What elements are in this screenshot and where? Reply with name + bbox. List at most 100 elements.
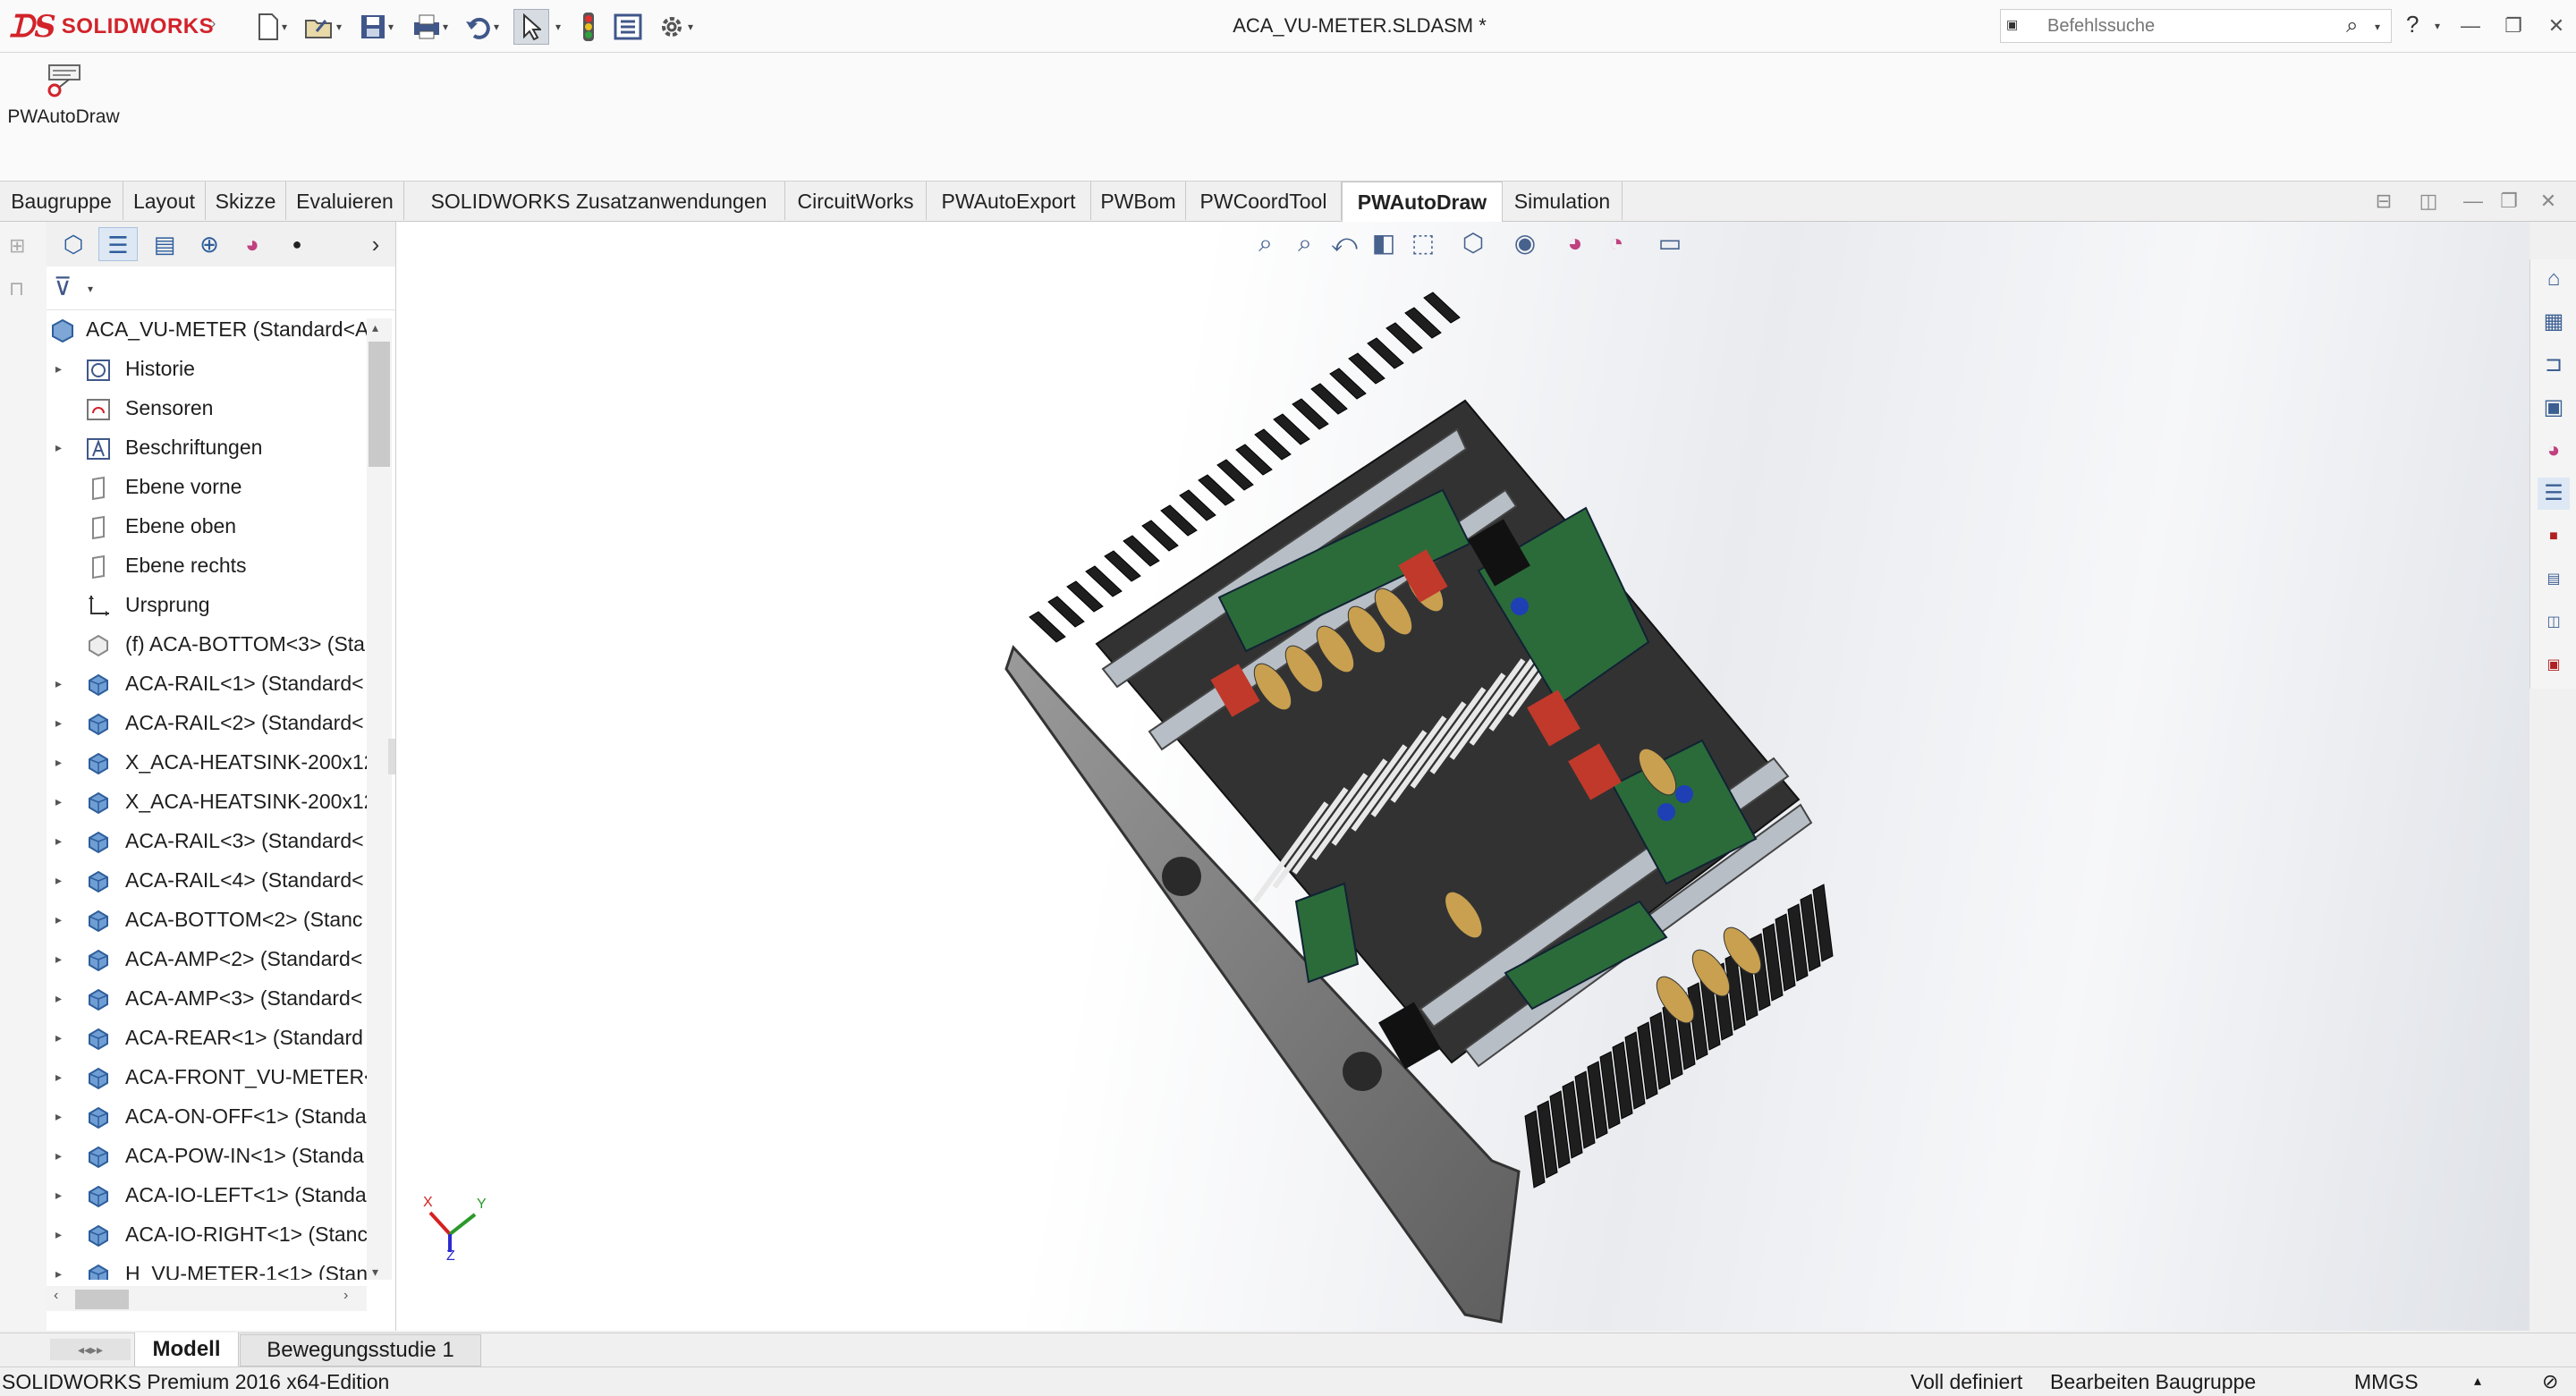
undo-icon[interactable]: ▾ bbox=[460, 9, 504, 45]
tree-item[interactable]: (f) ACA-BOTTOM<3> (Sta bbox=[47, 624, 369, 664]
tree-item[interactable]: ▸ ACA-RAIL<3> (Standard< bbox=[47, 821, 369, 860]
rebuild-icon[interactable] bbox=[572, 9, 605, 45]
expand-arrow-icon[interactable]: ▸ bbox=[55, 1018, 70, 1057]
zoom-to-area-icon[interactable]: ⌕ bbox=[1287, 225, 1323, 261]
configuration-manager-tab-icon[interactable]: ⊕ bbox=[190, 227, 229, 261]
tree-item[interactable]: ▸ ACA-IO-LEFT<1> (Standa bbox=[47, 1175, 369, 1214]
tile-horizontal-icon[interactable]: ⊟ bbox=[2370, 188, 2397, 215]
tree-vertical-scroll-thumb[interactable] bbox=[369, 342, 390, 467]
filter-icon[interactable]: ⊽ bbox=[54, 272, 72, 301]
tree-item[interactable]: ▸ ACA-AMP<2> (Standard< bbox=[47, 939, 369, 978]
tree-item[interactable]: ▸ X_ACA-HEATSINK-200x12 bbox=[47, 782, 369, 821]
tab-skizze[interactable]: Skizze bbox=[206, 182, 286, 220]
options-icon[interactable]: ▾ bbox=[649, 9, 701, 45]
display-style-icon[interactable]: ◉ bbox=[1507, 225, 1543, 261]
doc-minimize-icon[interactable]: — bbox=[2460, 188, 2487, 215]
tab-circuitworks[interactable]: CircuitWorks bbox=[785, 182, 927, 220]
expand-arrow-icon[interactable]: ▸ bbox=[55, 1057, 70, 1096]
tree-item[interactable]: Ebene rechts bbox=[47, 546, 369, 585]
previous-view-icon[interactable]: ⤺ bbox=[1326, 225, 1362, 261]
tab-baugruppe[interactable]: Baugruppe bbox=[0, 182, 123, 220]
tab-pwautoexport[interactable]: PWAutoExport bbox=[927, 182, 1091, 220]
design-library-icon[interactable]: ▦ bbox=[2538, 306, 2570, 338]
tab-zusatzanwendungen[interactable]: SOLIDWORKS Zusatzanwendungen bbox=[413, 182, 785, 220]
appearances-icon[interactable]: ◕ bbox=[2538, 435, 2570, 467]
assembly-model[interactable] bbox=[396, 222, 2529, 1331]
expand-arrow-icon[interactable]: ▸ bbox=[55, 349, 70, 388]
scroll-left-icon[interactable]: ‹ bbox=[54, 1288, 58, 1304]
scene-icon[interactable]: ◔ bbox=[1598, 225, 1634, 261]
expand-arrow-icon[interactable]: ▸ bbox=[55, 900, 70, 939]
tree-item[interactable]: ▸ H_VU-METER-1<1> (Stan bbox=[47, 1254, 369, 1280]
tree-item[interactable]: ▸ X_ACA-HEATSINK-200x12 bbox=[47, 742, 369, 782]
reference-triad[interactable]: X Y Z bbox=[423, 1188, 487, 1264]
search-input[interactable] bbox=[2046, 13, 2344, 38]
tree-item[interactable]: ▸ ACA-ON-OFF<1> (Standa bbox=[47, 1096, 369, 1136]
pwautodraw-button[interactable]: PWAutoDraw bbox=[5, 63, 122, 144]
expand-arrow-icon[interactable]: ▸ bbox=[55, 939, 70, 978]
expand-arrow-icon[interactable]: ▸ bbox=[55, 782, 70, 821]
property-manager-tab-icon[interactable]: ▤ bbox=[145, 227, 184, 261]
file-explorer-icon[interactable]: ⊐ bbox=[2538, 349, 2570, 381]
expand-arrow-icon[interactable]: ▸ bbox=[55, 1096, 70, 1136]
expand-arrow-icon[interactable]: ▸ bbox=[55, 703, 70, 742]
expand-arrow-icon[interactable]: ▸ bbox=[55, 664, 70, 703]
panel-splitter[interactable] bbox=[388, 739, 395, 774]
minimize-icon[interactable]: — bbox=[2456, 13, 2485, 39]
appearance-icon[interactable]: ◕ bbox=[1557, 225, 1593, 261]
dynamic-annotation-icon[interactable]: ⬚ bbox=[1405, 225, 1441, 261]
status-units[interactable]: MMGS bbox=[2354, 1367, 2419, 1396]
sketch-mate-icon[interactable]: ⊓ bbox=[9, 277, 24, 300]
tab-scroll-arrows-icon[interactable]: ◂◂▸▸ bbox=[50, 1339, 131, 1360]
tree-item[interactable]: Ebene vorne bbox=[47, 467, 369, 506]
tab-evaluieren[interactable]: Evaluieren bbox=[286, 182, 404, 220]
tab-simulation[interactable]: Simulation bbox=[1503, 182, 1623, 220]
quick-tips-icon[interactable]: ⊘ bbox=[2542, 1367, 2558, 1396]
addin-box-icon[interactable]: ▣ bbox=[2538, 649, 2570, 681]
tree-item[interactable]: Ebene oben bbox=[47, 506, 369, 546]
custom-properties-icon[interactable]: ☰ bbox=[2538, 478, 2570, 510]
expand-arrow-icon[interactable]: ▸ bbox=[55, 860, 70, 900]
tree-item[interactable]: ▸ ACA-AMP<3> (Standard< bbox=[47, 978, 369, 1018]
expand-arrow-icon[interactable]: ▸ bbox=[55, 427, 70, 467]
breadcrumb-icon[interactable]: ⊞ bbox=[9, 234, 25, 258]
graphics-viewport[interactable]: X Y Z bbox=[396, 222, 2529, 1331]
tab-pwautodraw[interactable]: PWAutoDraw bbox=[1342, 182, 1503, 222]
scroll-right-icon[interactable]: › bbox=[343, 1288, 348, 1304]
addin-chat-icon[interactable]: ◫ bbox=[2538, 606, 2570, 639]
command-search-box[interactable]: ▣ ⌕ ▾ bbox=[2000, 9, 2392, 43]
feature-tree-tab-icon[interactable]: ☰ bbox=[98, 227, 138, 261]
file-properties-icon[interactable] bbox=[610, 9, 646, 45]
search-dropdown-icon[interactable]: ▾ bbox=[2375, 21, 2380, 33]
expand-arrow-icon[interactable]: ▸ bbox=[55, 1254, 70, 1280]
help-icon[interactable]: ? bbox=[2406, 11, 2419, 38]
resources-home-icon[interactable]: ⌂ bbox=[2538, 263, 2570, 295]
scroll-down-icon[interactable]: ▾ bbox=[372, 1265, 378, 1280]
tab-bewegungsstudie[interactable]: Bewegungsstudie 1 bbox=[240, 1334, 481, 1366]
display-manager-tab-icon[interactable]: ◕ bbox=[233, 227, 272, 261]
tree-item[interactable]: ▸ ACA-RAIL<4> (Standard< bbox=[47, 860, 369, 900]
expand-arrow-icon[interactable]: ▸ bbox=[55, 978, 70, 1018]
tree-item[interactable]: ▸ Historie bbox=[47, 349, 369, 388]
tab-layout[interactable]: Layout bbox=[123, 182, 206, 220]
assembly-tab-icon[interactable]: ⬡ bbox=[54, 227, 93, 261]
scroll-up-icon[interactable]: ▴ bbox=[372, 320, 378, 335]
section-view-icon[interactable]: ◧ bbox=[1366, 225, 1402, 261]
search-scope-icon[interactable]: ▣ bbox=[2006, 17, 2022, 33]
expand-arrow-icon[interactable]: ▸ bbox=[55, 1214, 70, 1254]
print-icon[interactable]: ▾ bbox=[408, 9, 453, 45]
doc-restore-icon[interactable]: ❐ bbox=[2496, 188, 2522, 215]
tree-item[interactable]: ▸ ACA-BOTTOM<2> (Stanc bbox=[47, 900, 369, 939]
tree-horizontal-scroll-thumb[interactable] bbox=[75, 1290, 129, 1309]
select-icon[interactable] bbox=[513, 9, 549, 45]
tree-item[interactable]: ▸ ACA-RAIL<2> (Standard< bbox=[47, 703, 369, 742]
tree-root-assembly[interactable]: ACA_VU-METER (Standard<A bbox=[47, 309, 369, 349]
tree-item[interactable]: ▸ ACA-RAIL<1> (Standard< bbox=[47, 664, 369, 703]
filter-dropdown-icon[interactable]: ▾ bbox=[88, 283, 93, 295]
search-icon[interactable]: ⌕ bbox=[2346, 13, 2358, 38]
addin-doc-icon[interactable]: ▤ bbox=[2538, 563, 2570, 596]
cam-tab-icon[interactable]: ● bbox=[277, 227, 317, 261]
tile-vertical-icon[interactable]: ◫ bbox=[2415, 188, 2442, 215]
help-dropdown-icon[interactable]: ▾ bbox=[2435, 20, 2440, 32]
tree-item[interactable]: ▸ ACA-IO-RIGHT<1> (Stanc bbox=[47, 1214, 369, 1254]
